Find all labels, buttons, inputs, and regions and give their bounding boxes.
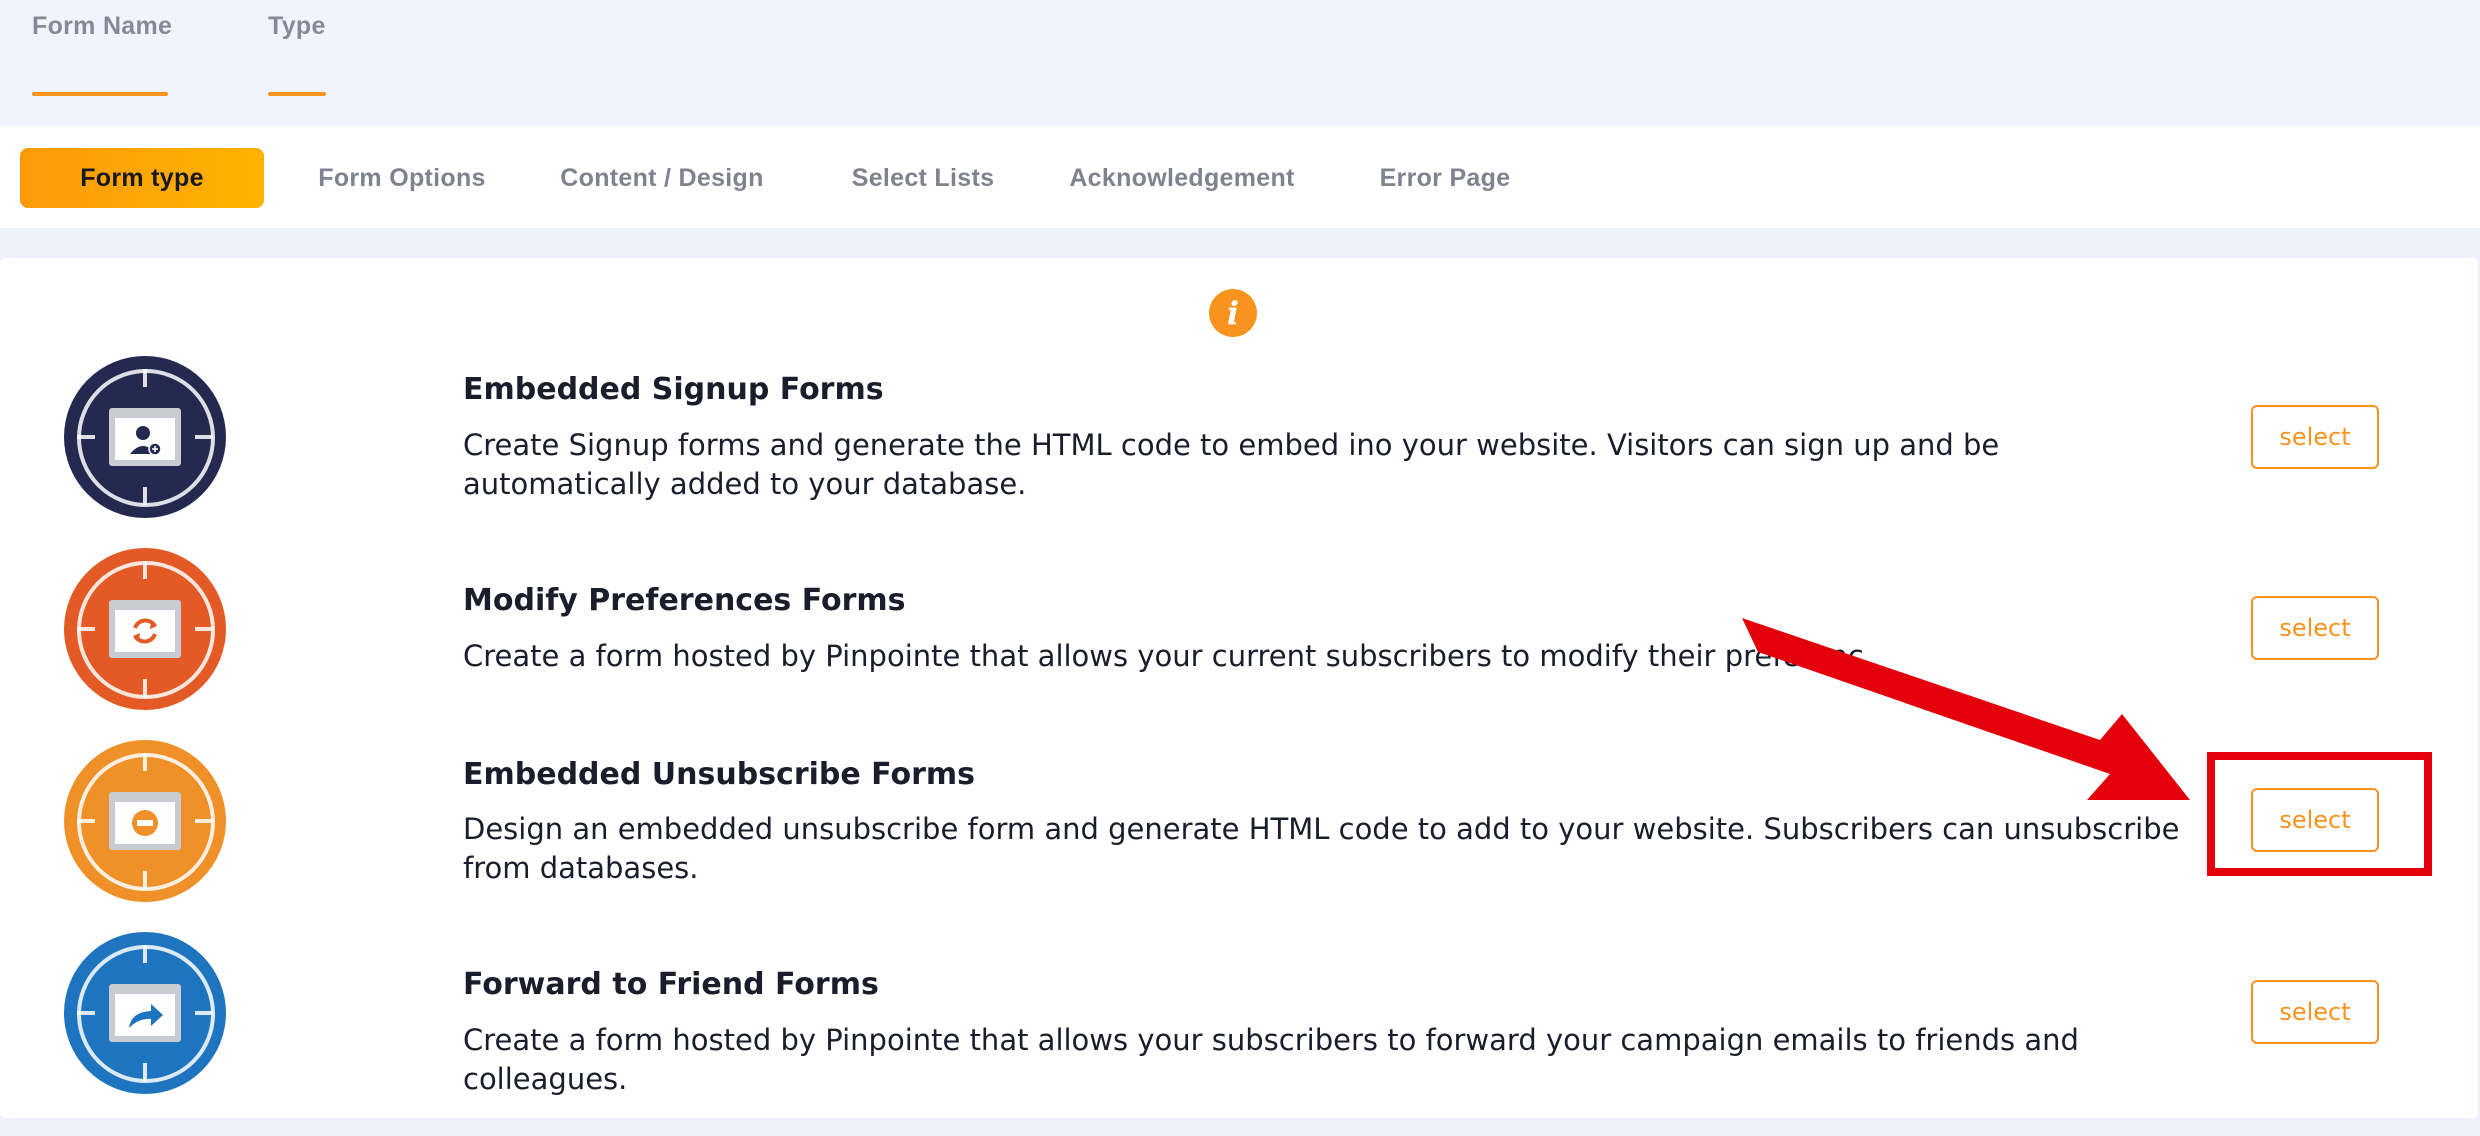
annotation-highlight-box — [2207, 752, 2432, 876]
annotation-arrow-icon — [1742, 618, 2190, 800]
